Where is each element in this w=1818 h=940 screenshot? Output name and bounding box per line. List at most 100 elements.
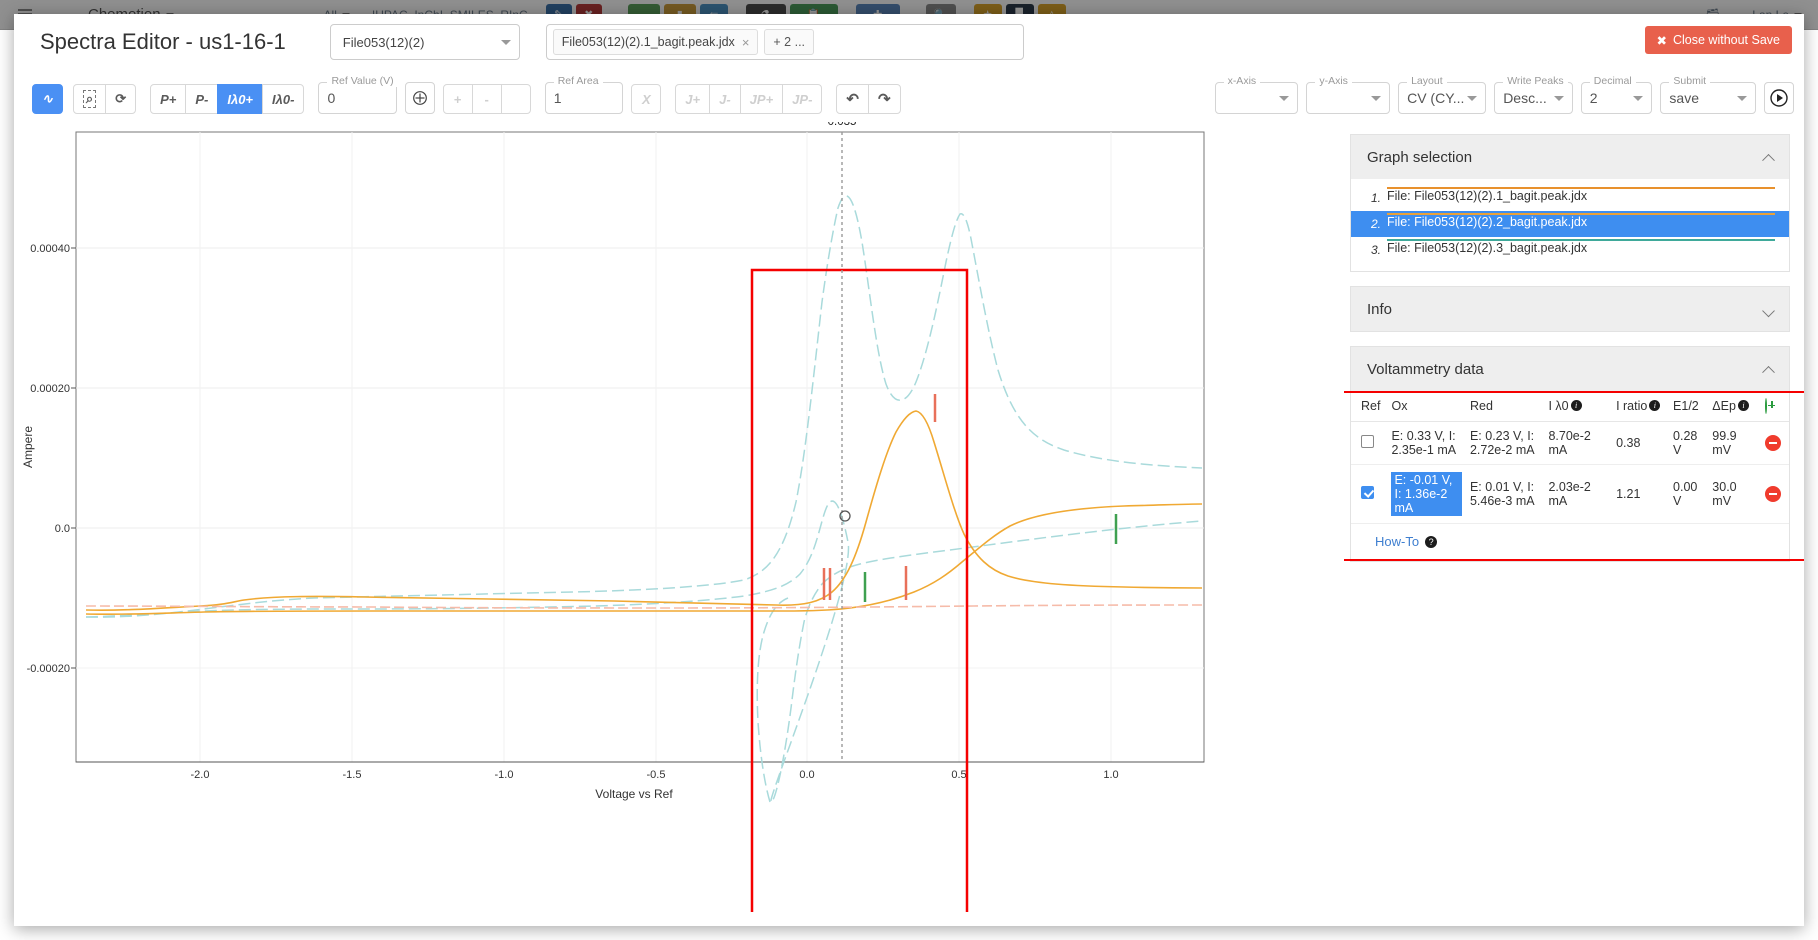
graph-selection-header[interactable]: Graph selection: [1351, 135, 1789, 179]
voltammetry-header[interactable]: Voltammetry data: [1351, 347, 1789, 391]
modal-header: Spectra Editor - us1-16-1 File053(12)(2)…: [14, 14, 1804, 70]
ref-value-input[interactable]: 0: [327, 90, 335, 106]
voltammetry-panel: Voltammetry data Ref Ox Red I λ0i: [1350, 346, 1790, 562]
line-chart-toggle-button[interactable]: ∿: [32, 84, 63, 114]
cell-ox[interactable]: E: -0.01 V, I: 1.36e-2 mA: [1387, 465, 1466, 524]
write-peaks-value: Desc...: [1503, 90, 1547, 106]
table-row[interactable]: E: 0.33 V, I: 2.35e-1 mA E: 0.23 V, I: 2…: [1351, 422, 1789, 465]
cell-i-ratio: 1.21: [1612, 465, 1669, 524]
graph-list-item-3[interactable]: 3. File: File053(12)(2).3_bagit.peak.jdx: [1351, 237, 1789, 263]
cell-ref[interactable]: [1351, 422, 1387, 465]
spacer-button: [501, 84, 531, 114]
info-icon[interactable]: i: [1571, 400, 1582, 411]
y-axis-label: y-Axis: [1315, 75, 1352, 87]
col-delta-ep: ΔEpi: [1708, 391, 1760, 422]
cursor-value-label: 0.035: [828, 122, 857, 128]
graph-item-index: 2.: [1365, 213, 1381, 231]
ref-value-field[interactable]: Ref Value (V) 0: [318, 82, 397, 114]
target-icon: [412, 90, 428, 106]
file-select-value: File053(12)(2): [343, 35, 501, 50]
cell-ox[interactable]: E: 0.33 V, I: 2.35e-1 mA: [1387, 422, 1466, 465]
chevron-down-icon: [1762, 304, 1775, 317]
ref-checkbox[interactable]: [1361, 435, 1374, 448]
chevron-down-icon: [501, 40, 511, 45]
jump-peak-prev-button[interactable]: JP-: [782, 84, 822, 114]
jump-prev-button[interactable]: J-: [709, 84, 741, 114]
clear-x-button[interactable]: X: [631, 84, 661, 114]
cell-actions: [1761, 422, 1789, 465]
ref-checkbox[interactable]: [1361, 486, 1374, 499]
chevron-down-icon: [1467, 96, 1477, 101]
col-red: Red: [1466, 391, 1545, 422]
layout-select[interactable]: Layout CV (CY...: [1398, 82, 1486, 114]
svg-text:0.00020: 0.00020: [30, 383, 70, 395]
chart-svg[interactable]: 0.00040 0.00020 0.0 -0.00020 Ampere -2.0…: [14, 122, 1344, 912]
graph-item-label: File: File053(12)(2).3_bagit.peak.jdx: [1387, 240, 1587, 255]
zoom-select-button[interactable]: ⌕: [73, 84, 106, 114]
cell-red[interactable]: E: 0.01 V, I: 5.46e-3 mA: [1466, 465, 1545, 524]
undo-button[interactable]: ↶: [836, 84, 869, 114]
add-row-button[interactable]: [1765, 398, 1767, 414]
cell-ref[interactable]: [1351, 465, 1387, 524]
decimal-select[interactable]: Decimal 2: [1581, 82, 1653, 114]
graph-list-item-1[interactable]: 1. File: File053(12)(2).1_bagit.peak.jdx: [1351, 185, 1789, 211]
ref-area-input[interactable]: 1: [554, 90, 562, 106]
how-to-link[interactable]: How-To ?: [1351, 524, 1789, 561]
write-peaks-select[interactable]: Write Peaks Desc...: [1494, 82, 1573, 114]
increment-button[interactable]: +: [443, 84, 473, 114]
chevron-up-icon: [1762, 153, 1775, 166]
svg-text:-0.5: -0.5: [647, 769, 666, 781]
y-axis-select[interactable]: y-Axis: [1306, 82, 1390, 114]
more-files-chip[interactable]: + 2 ...: [764, 29, 814, 55]
close-without-save-button[interactable]: ✖ Close without Save: [1645, 26, 1793, 54]
table-row[interactable]: E: -0.01 V, I: 1.36e-2 mA E: 0.01 V, I: …: [1351, 465, 1789, 524]
spectrum-chart[interactable]: 0.00040 0.00020 0.0 -0.00020 Ampere -2.0…: [14, 122, 1344, 926]
svg-text:0.00040: 0.00040: [30, 243, 70, 255]
decrement-button[interactable]: -: [472, 84, 502, 114]
jump-peak-next-button[interactable]: JP+: [740, 84, 784, 114]
info-header[interactable]: Info: [1351, 287, 1789, 331]
file-chip[interactable]: File053(12)(2).1_bagit.peak.jdx ×: [553, 29, 759, 55]
help-icon[interactable]: ?: [1425, 536, 1437, 548]
file-select-dropdown[interactable]: File053(12)(2): [330, 24, 520, 60]
x-axis-select[interactable]: x-Axis: [1215, 82, 1299, 114]
redo-button[interactable]: ↷: [868, 84, 901, 114]
graph-item-index: 1.: [1365, 187, 1381, 205]
svg-text:1.0: 1.0: [1103, 769, 1118, 781]
i-lambda0-add-button[interactable]: Iλ0+: [217, 84, 263, 114]
close-button-label: Close without Save: [1673, 33, 1780, 47]
close-icon[interactable]: ×: [742, 35, 750, 50]
main-content: 0.00040 0.00020 0.0 -0.00020 Ampere -2.0…: [14, 122, 1804, 926]
cell-ox-highlighted: E: -0.01 V, I: 1.36e-2 mA: [1391, 472, 1462, 516]
cell-delta-ep: 30.0 mV: [1708, 465, 1760, 524]
chevron-down-icon: [1737, 96, 1747, 101]
cell-red[interactable]: E: 0.23 V, I: 2.72e-2 mA: [1466, 422, 1545, 465]
info-icon[interactable]: i: [1738, 400, 1749, 411]
col-i-ratio: I ratioi: [1612, 391, 1669, 422]
graph-item-label: File: File053(12)(2).1_bagit.peak.jdx: [1387, 188, 1587, 203]
remove-row-button[interactable]: [1765, 435, 1781, 451]
i-lambda0-remove-button[interactable]: Iλ0-: [262, 84, 304, 114]
x-axis-title: Voltage vs Ref: [595, 787, 673, 801]
jump-next-button[interactable]: J+: [675, 84, 710, 114]
layout-label: Layout: [1407, 75, 1447, 87]
info-icon[interactable]: i: [1649, 400, 1660, 411]
ref-area-field[interactable]: Ref Area 1: [545, 82, 624, 114]
remove-row-button[interactable]: [1765, 486, 1781, 502]
target-icon-button[interactable]: [405, 82, 435, 114]
cell-i-lambda0: 8.70e-2 mA: [1544, 422, 1612, 465]
x-axis-tick-labels: -2.0 -1.5 -1.0 -0.5 0.0 0.5 1.0: [191, 769, 1119, 781]
graph-selection-title: Graph selection: [1367, 149, 1472, 166]
submit-select[interactable]: Submit save: [1660, 82, 1756, 114]
peak-remove-button[interactable]: P-: [185, 84, 218, 114]
graph-list-item-2[interactable]: 2. File: File053(12)(2).2_bagit.peak.jdx: [1351, 211, 1789, 237]
more-files-label: + 2 ...: [773, 35, 805, 49]
selected-files-chipbar[interactable]: File053(12)(2).1_bagit.peak.jdx × + 2 ..…: [546, 24, 1024, 60]
play-circle-icon: [1769, 88, 1789, 108]
y-axis-title: Ampere: [21, 426, 35, 468]
decimal-label: Decimal: [1590, 75, 1636, 87]
zoom-reset-button[interactable]: ⟳: [105, 84, 136, 114]
chevron-up-icon: [1762, 365, 1775, 378]
run-submit-button[interactable]: [1764, 82, 1794, 114]
peak-add-button[interactable]: P+: [150, 84, 186, 114]
